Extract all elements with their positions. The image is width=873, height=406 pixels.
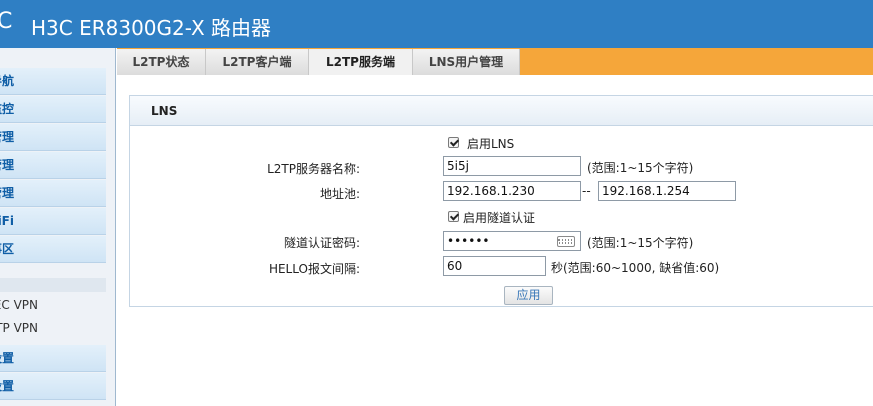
- enable-lns-checkbox[interactable]: [448, 137, 459, 148]
- sidebar-divider: [0, 278, 106, 292]
- tunnel-password-hint: (范围:1~15个字符): [587, 236, 694, 250]
- sidebar-subitem-l2tp-vpn[interactable]: L2TP VPN: [0, 317, 106, 339]
- lns-panel: LNS 启用LNS L2TP服务器名称: (范围:1~15个字符) 地址池: -…: [129, 95, 873, 307]
- tab-l2tp-client[interactable]: L2TP客户端: [206, 49, 309, 75]
- sidebar-subitem-ipsec-vpn[interactable]: IPSEC VPN: [0, 294, 106, 316]
- tab-bar: L2TP状态 L2TP客户端 L2TP服务端 LNS用户管理: [117, 48, 873, 75]
- sidebar-item-wifi[interactable]: WiFi: [0, 208, 106, 235]
- panel-header: LNS: [130, 96, 873, 126]
- hello-interval-input[interactable]: [443, 256, 546, 276]
- enable-tunnel-auth-checkbox[interactable]: [448, 211, 459, 222]
- tunnel-password-label: 隧道认证密码:: [283, 236, 360, 250]
- enable-tunnel-auth-label: 启用隧道认证: [463, 211, 536, 225]
- server-name-input[interactable]: [443, 156, 581, 176]
- brand-logo-fragment: C: [0, 9, 13, 34]
- tab-l2tp-server[interactable]: L2TP服务端: [309, 49, 413, 75]
- sidebar-item-system[interactable]: 系统设置: [0, 373, 106, 400]
- address-pool-end-input[interactable]: [598, 181, 736, 201]
- sidebar-item-navigation[interactable]: 系统导航: [0, 68, 106, 95]
- keyboard-icon[interactable]: [557, 236, 575, 247]
- sidebar: 系统导航 系统监控 接口管理 管理 行为管理 WiFi 非军事区 IPSEC V…: [0, 48, 116, 406]
- address-pool-separator: --: [582, 184, 591, 198]
- address-pool-label: 地址池:: [319, 187, 360, 201]
- enable-lns-label: 启用LNS: [467, 137, 515, 151]
- sidebar-item-advanced[interactable]: 高级设置: [0, 345, 106, 372]
- main-content: LNS 启用LNS L2TP服务器名称: (范围:1~15个字符) 地址池: -…: [117, 75, 873, 406]
- sidebar-item-interface[interactable]: 接口管理: [0, 124, 106, 151]
- sidebar-item-dmz[interactable]: 非军事区: [0, 236, 106, 263]
- panel-title: LNS: [151, 104, 178, 118]
- address-pool-start-input[interactable]: [443, 181, 581, 201]
- tab-lns-user-management[interactable]: LNS用户管理: [413, 49, 520, 75]
- apply-button[interactable]: 应用: [504, 286, 553, 305]
- sidebar-item-monitoring[interactable]: 系统监控: [0, 96, 106, 123]
- sidebar-item-behavior[interactable]: 行为管理: [0, 180, 106, 207]
- hello-interval-label: HELLO报文间隔:: [268, 262, 360, 276]
- tab-l2tp-status[interactable]: L2TP状态: [117, 49, 206, 75]
- server-name-hint: (范围:1~15个字符): [587, 161, 694, 175]
- app-title: H3C ER8300G2-X 路由器: [31, 16, 272, 40]
- top-header: C H3C ER8300G2-X 路由器: [0, 0, 873, 48]
- hello-interval-hint: 秒(范围:60~1000, 缺省值:60): [551, 261, 720, 275]
- server-name-label: L2TP服务器名称:: [267, 162, 360, 176]
- sidebar-item-management[interactable]: 管理: [0, 152, 106, 179]
